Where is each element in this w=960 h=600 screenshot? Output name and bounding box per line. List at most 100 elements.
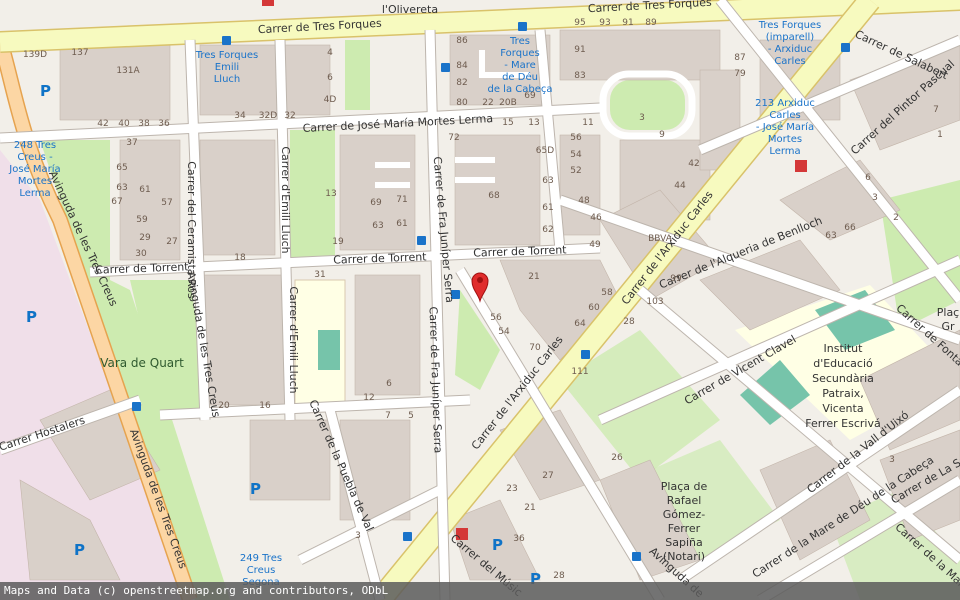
place-placa-rafael: (Notari) [663,550,705,563]
house-number: 49 [589,240,601,250]
house-number: 139D [23,50,47,60]
house-number: 7 [933,105,939,115]
house-number: 7 [385,411,391,421]
house-number: 79 [734,69,746,79]
house-number: 31 [314,270,325,280]
place-institut: Institut [824,342,864,355]
house-number: 58 [601,288,613,298]
house-number: 15 [502,118,513,128]
place-institut: Ferrer Escrivá [805,417,880,430]
house-number: 111 [571,367,588,377]
house-number: 26 [611,453,623,463]
place-bbva: BBVA [648,234,673,244]
place-placa-rafael: Gómez- [663,508,706,521]
roundabout-garden [610,80,685,130]
bus-icon [403,532,412,541]
stop-label-tres-forques-mare: Forques [500,48,540,59]
house-number: 86 [456,36,468,46]
stop-label-tres-forques-imparell: Tres Forques [758,20,822,31]
bus-icon [132,402,141,411]
house-number: 91 [574,45,585,55]
house-number: 52 [570,166,581,176]
house-number: 3 [872,193,878,203]
house-number: 5 [408,411,414,421]
place-institut: Vicenta [822,402,863,415]
house-number: 28 [553,571,565,581]
house-number: 27 [542,471,553,481]
stop-label-bike-213: - José María [756,121,814,133]
house-number: 36 [158,119,170,129]
house-number: 29 [139,233,151,243]
house-number: 34 [234,111,246,121]
garden-top [345,40,370,110]
house-number: 23 [506,484,517,494]
stop-label-tres-forques-mare: de Déu [502,71,538,83]
house-number: 6 [327,73,333,83]
house-number: 11 [582,118,593,128]
house-number: 40 [118,119,130,129]
stop-label-bike-248: Lerma [19,188,50,199]
house-number: 83 [574,71,585,81]
house-number: 65D [536,146,554,156]
house-number: 89 [645,18,657,28]
stop-label-bike-248: 248 Tres [14,140,56,151]
house-number: 42 [97,119,108,129]
bus-icon [441,63,450,72]
house-number: 69 [524,91,536,101]
stop-label-bike-248: Creus - [17,152,53,163]
house-number: 20B [499,98,517,108]
house-number: 99 [670,274,682,284]
house-number: 60 [588,303,600,313]
house-number: 61 [542,203,553,213]
bus-icon [632,552,641,561]
house-number: 32 [284,111,295,121]
place-placa-right: Plaç [937,306,959,319]
svg-text:P: P [40,82,51,100]
bus-icon [222,36,231,45]
map-view[interactable]: P P P P P P Carrer de Tres Forques Carrer… [0,0,960,600]
place-institut: Patraix, [822,387,864,400]
house-number: 22 [482,98,493,108]
house-number: 57 [161,198,172,208]
house-number: 65 [116,163,127,173]
house-number: 95 [574,18,585,28]
bus-icon [518,22,527,31]
street-label-olivereta: l'Olivereta [382,3,438,16]
house-number: 63 [825,231,836,241]
place-vara-de-quart: Vara de Quart [100,356,184,370]
house-number: 63 [372,221,383,231]
stop-label-bike-248: Mortes [18,176,52,187]
bus-icon [581,350,590,359]
house-number: 37 [126,138,137,148]
house-number: 93 [599,18,610,28]
house-number: 16 [259,401,271,411]
stop-label-bike-213: 213 Arxiduc [755,98,815,109]
map-canvas[interactable]: P P P P P P Carrer de Tres ForquesCarrer… [0,0,960,600]
house-number: 62 [542,225,553,235]
place-institut: Secundària [812,372,874,385]
house-number: 56 [570,133,582,143]
house-number: 64 [574,319,586,329]
place-placa-rafael: Plaça de [661,480,708,493]
house-number: 9 [659,130,665,140]
house-number: 103 [646,297,663,307]
house-number: 63 [116,183,127,193]
house-number: 3 [889,455,895,465]
house-number: 12 [363,393,374,403]
house-number: 28 [623,317,635,327]
place-placa-rafael: Ferrer [668,522,701,535]
house-number: 1 [937,130,943,140]
house-number: 61 [396,219,407,229]
house-number: 32D [259,111,277,121]
house-number: 19 [332,237,344,247]
house-number: 13 [325,189,336,199]
house-number: 54 [570,150,582,160]
stop-label-bike-249: Creus [247,565,276,576]
house-number: 56 [490,313,502,323]
house-number: 82 [456,78,467,88]
house-number: 67 [111,197,122,207]
house-number: 42 [688,159,699,169]
house-number: 13 [528,118,539,128]
house-number: 30 [135,249,147,259]
house-number: 69 [370,198,382,208]
